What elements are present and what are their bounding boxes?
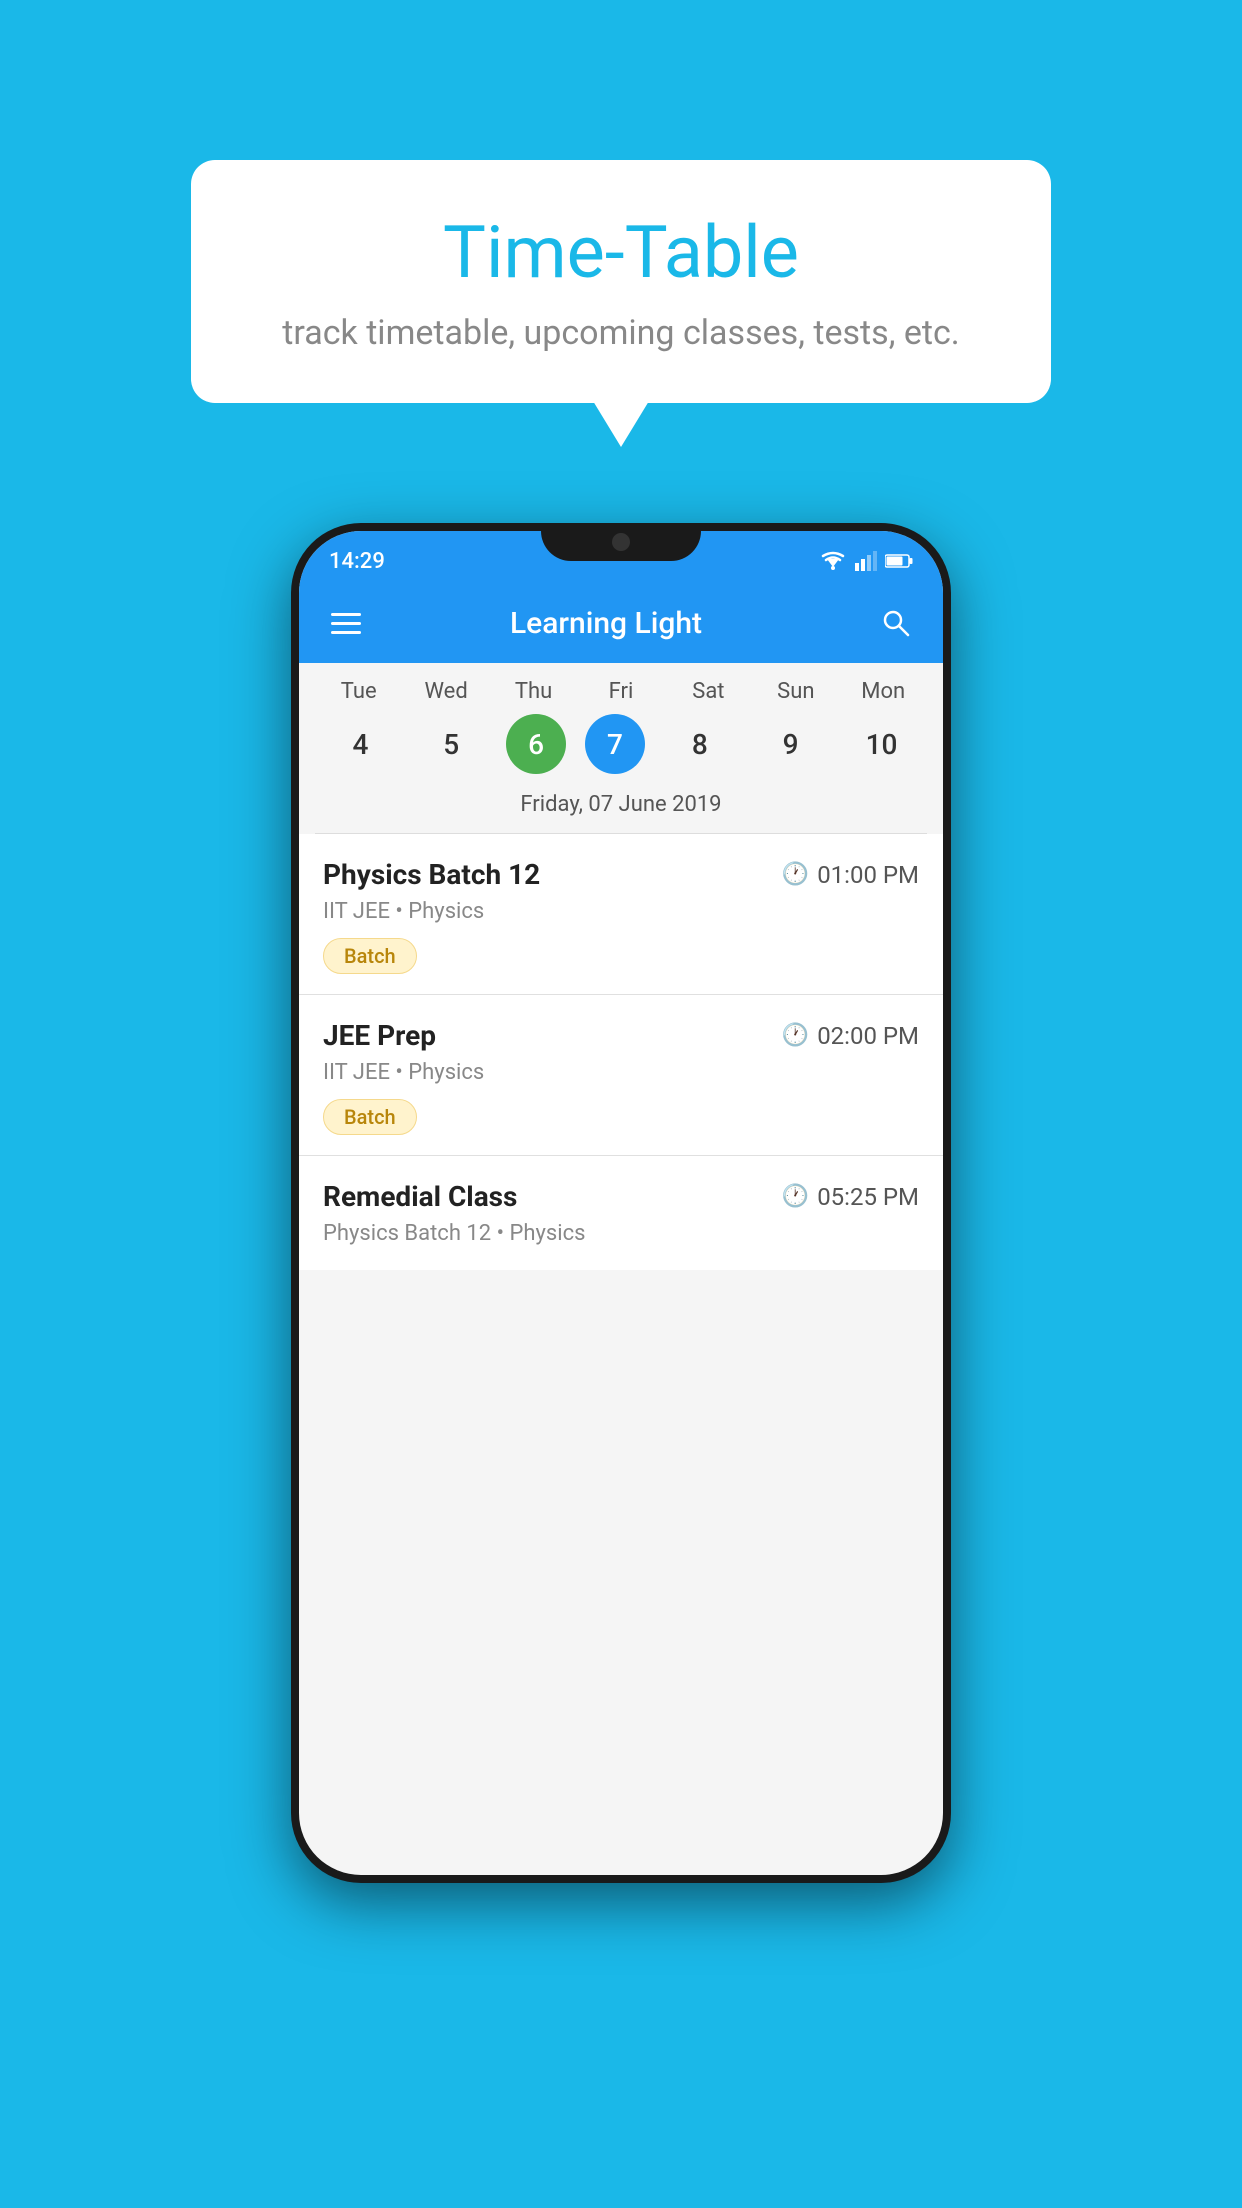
speech-bubble: Time-Table track timetable, upcoming cla… [191, 160, 1051, 403]
day-10[interactable]: 10 [845, 714, 917, 774]
selected-date-label: Friday, 07 June 2019 [299, 784, 943, 833]
item-1-time: 🕐 01:00 PM [782, 861, 919, 889]
bubble-title: Time-Table [251, 210, 991, 295]
signal-icon [855, 551, 877, 571]
status-icons [819, 551, 913, 571]
item-3-subtitle: Physics Batch 12 • Physics [323, 1221, 919, 1246]
day-headers: Tue Wed Thu Fri Sat Sun Mon [299, 679, 943, 704]
notch [541, 523, 701, 561]
app-title: Learning Light [389, 606, 823, 641]
hamburger-icon[interactable] [323, 605, 369, 642]
day-header-mon: Mon [847, 679, 919, 704]
day-7-selected[interactable]: 7 [585, 714, 645, 774]
camera [612, 533, 630, 551]
schedule-item-1-header: Physics Batch 12 🕐 01:00 PM [323, 858, 919, 891]
day-header-sat: Sat [672, 679, 744, 704]
day-6-today[interactable]: 6 [506, 714, 566, 774]
battery-icon [885, 554, 913, 568]
clock-icon-1: 🕐 [782, 862, 809, 887]
schedule-item-2[interactable]: JEE Prep 🕐 02:00 PM IIT JEE • Physics Ba… [299, 995, 943, 1156]
calendar-strip: Tue Wed Thu Fri Sat Sun Mon 4 5 6 7 8 9 … [299, 663, 943, 833]
item-1-batch-tag: Batch [323, 938, 417, 974]
bubble-subtitle: track timetable, upcoming classes, tests… [251, 313, 991, 353]
wifi-icon [819, 551, 847, 571]
phone-screen: 14:29 [299, 531, 943, 1875]
clock-icon-3: 🕐 [782, 1184, 809, 1209]
phone-outer: 14:29 [291, 523, 951, 1883]
item-3-title: Remedial Class [323, 1180, 517, 1213]
app-bar: Learning Light [299, 583, 943, 663]
day-5[interactable]: 5 [415, 714, 487, 774]
day-header-fri: Fri [585, 679, 657, 704]
status-time: 14:29 [329, 549, 385, 574]
day-header-thu: Thu [498, 679, 570, 704]
item-2-batch-tag: Batch [323, 1099, 417, 1135]
clock-icon-2: 🕐 [782, 1023, 809, 1048]
search-icon[interactable] [873, 600, 919, 646]
item-1-subtitle: IIT JEE • Physics [323, 899, 919, 924]
item-2-title: JEE Prep [323, 1019, 436, 1052]
day-8[interactable]: 8 [664, 714, 736, 774]
day-numbers: 4 5 6 7 8 9 10 [299, 714, 943, 774]
day-9[interactable]: 9 [755, 714, 827, 774]
day-header-wed: Wed [410, 679, 482, 704]
schedule-item-3[interactable]: Remedial Class 🕐 05:25 PM Physics Batch … [299, 1156, 943, 1270]
speech-bubble-section: Time-Table track timetable, upcoming cla… [191, 160, 1051, 403]
day-header-tue: Tue [323, 679, 395, 704]
schedule-item-2-header: JEE Prep 🕐 02:00 PM [323, 1019, 919, 1052]
schedule-list: Physics Batch 12 🕐 01:00 PM IIT JEE • Ph… [299, 834, 943, 1270]
item-2-time: 🕐 02:00 PM [782, 1022, 919, 1050]
schedule-item-3-header: Remedial Class 🕐 05:25 PM [323, 1180, 919, 1213]
schedule-item-1[interactable]: Physics Batch 12 🕐 01:00 PM IIT JEE • Ph… [299, 834, 943, 995]
item-3-time: 🕐 05:25 PM [782, 1183, 919, 1211]
day-4[interactable]: 4 [324, 714, 396, 774]
day-header-sun: Sun [760, 679, 832, 704]
phone-mockup: 14:29 [291, 523, 951, 1883]
item-1-title: Physics Batch 12 [323, 858, 540, 891]
item-2-subtitle: IIT JEE • Physics [323, 1060, 919, 1085]
